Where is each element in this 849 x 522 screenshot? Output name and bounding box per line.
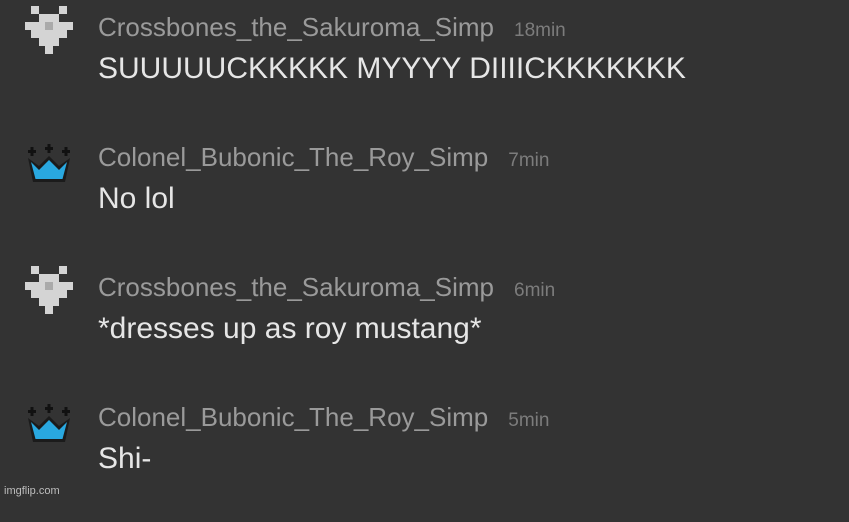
comment-message: *dresses up as roy mustang* <box>98 312 482 345</box>
comment-message: No lol <box>98 182 175 215</box>
comment-timestamp: 7min <box>508 150 550 171</box>
pixel-heart-icon <box>25 6 73 54</box>
watermark: imgflip.com <box>4 485 60 497</box>
username-text[interactable]: Colonel_Bubonic_The_Roy_Simp <box>98 142 488 172</box>
comment-message: Shi- <box>98 442 152 475</box>
avatar[interactable] <box>25 266 73 314</box>
pixel-heart-icon <box>25 266 73 314</box>
comment-item: Colonel_Bubonic_The_Roy_Simp 7min No lol <box>0 142 849 262</box>
username-text[interactable]: Crossbones_the_Sakuroma_Simp <box>98 12 494 42</box>
comment-username[interactable]: Crossbones_the_Sakuroma_Simp 18min <box>98 12 566 46</box>
comment-timestamp: 5min <box>508 410 550 431</box>
comment-item: Crossbones_the_Sakuroma_Simp 6min *dresse… <box>0 266 849 392</box>
username-text[interactable]: Crossbones_the_Sakuroma_Simp <box>98 272 494 302</box>
avatar[interactable] <box>25 404 73 452</box>
comment-username[interactable]: Colonel_Bubonic_The_Roy_Simp 7min <box>98 142 549 176</box>
comment-item: Crossbones_the_Sakuroma_Simp 18min SUUUUU… <box>0 6 849 132</box>
comment-item: Colonel_Bubonic_The_Roy_Simp 5min Shi- <box>0 402 849 522</box>
comment-username[interactable]: Colonel_Bubonic_The_Roy_Simp 5min <box>98 402 549 436</box>
comment-username[interactable]: Crossbones_the_Sakuroma_Simp 6min <box>98 272 555 306</box>
crown-icon <box>28 144 70 182</box>
crown-icon <box>28 404 70 442</box>
avatar[interactable] <box>25 6 73 54</box>
comment-timestamp: 6min <box>514 280 556 301</box>
username-text[interactable]: Colonel_Bubonic_The_Roy_Simp <box>98 402 488 432</box>
comment-timestamp: 18min <box>514 20 566 41</box>
comment-message: SUUUUUCKKKKK MYYYY DIIIICKKKKKKK <box>98 52 686 85</box>
avatar[interactable] <box>25 144 73 192</box>
